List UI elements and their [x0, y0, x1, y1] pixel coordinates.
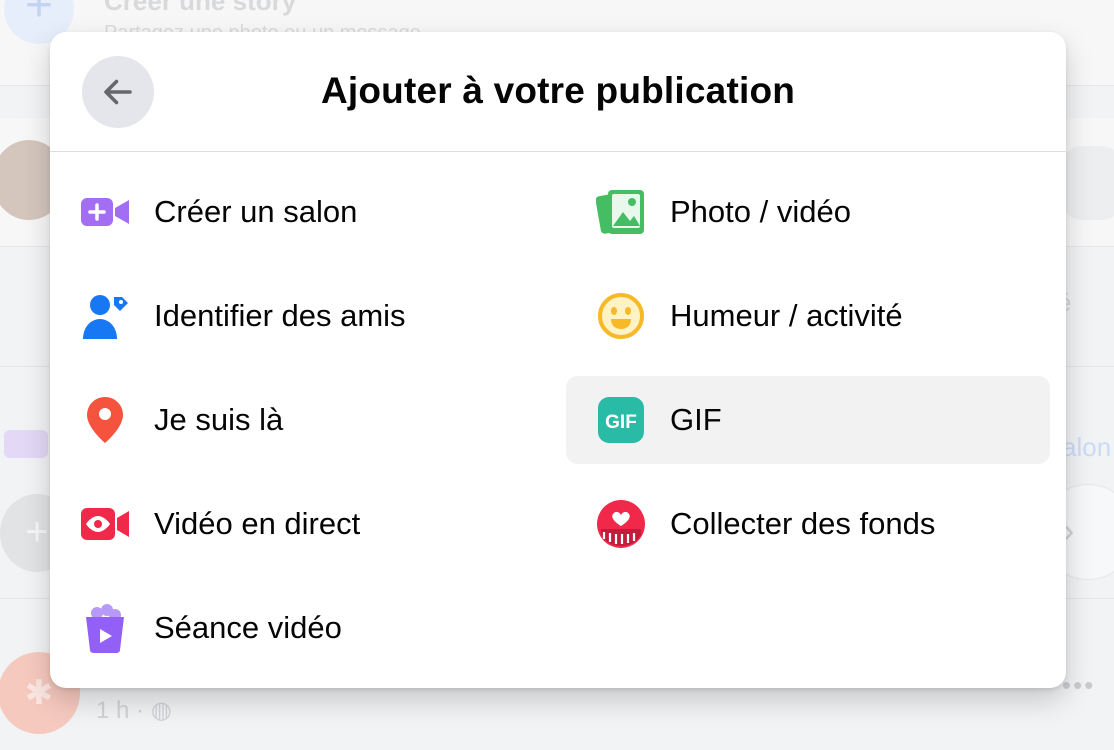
- option-label: Je suis là: [154, 402, 284, 437]
- dialog-title: Ajouter à votre publication: [320, 70, 796, 111]
- option-label: Collecter des fonds: [670, 506, 936, 541]
- location-pin-icon: [80, 395, 130, 445]
- dialog-header: Ajouter à votre publication: [50, 32, 1066, 152]
- option-tag-friends[interactable]: Identifier des amis: [50, 272, 534, 360]
- more-icon: •••: [1062, 670, 1096, 700]
- video-room-icon: [80, 187, 130, 237]
- option-label: Créer un salon: [154, 194, 358, 229]
- option-label: Humeur / activité: [670, 298, 903, 333]
- story-title: Créer une story: [104, 0, 297, 16]
- svg-text:GIF: GIF: [605, 412, 637, 433]
- option-check-in[interactable]: Je suis là: [50, 376, 534, 464]
- fundraiser-icon: [596, 499, 646, 549]
- add-to-post-dialog: Ajouter à votre publication Créer un sal…: [50, 32, 1066, 688]
- option-label: Photo / vidéo: [670, 194, 851, 229]
- option-fundraiser[interactable]: Collecter des fonds: [566, 480, 1050, 568]
- option-label: Vidéo en direct: [154, 506, 361, 541]
- text-fragment: alon: [1062, 432, 1112, 462]
- option-label: Identifier des amis: [154, 298, 406, 333]
- post-meta: 1 h · ◍: [96, 697, 172, 724]
- watch-party-icon: [80, 603, 130, 653]
- option-feeling-activity[interactable]: Humeur / activité: [566, 272, 1050, 360]
- option-watch-party[interactable]: Séance vidéo: [50, 584, 534, 672]
- option-gif[interactable]: GIF GIF: [566, 376, 1050, 464]
- video-room-icon: [4, 430, 48, 458]
- smiley-icon: [596, 291, 646, 341]
- globe-icon: ◍: [150, 697, 172, 724]
- tag-friends-icon: [80, 291, 130, 341]
- live-video-icon: [80, 499, 130, 549]
- option-label: GIF: [670, 402, 722, 437]
- option-create-room[interactable]: Créer un salon: [50, 168, 534, 256]
- option-photo-video[interactable]: Photo / vidéo: [566, 168, 1050, 256]
- photo-video-icon: [596, 187, 646, 237]
- composer-input: [1062, 146, 1114, 220]
- option-label: Séance vidéo: [154, 610, 342, 645]
- option-live-video[interactable]: Vidéo en direct: [50, 480, 534, 568]
- gif-icon: GIF: [596, 395, 646, 445]
